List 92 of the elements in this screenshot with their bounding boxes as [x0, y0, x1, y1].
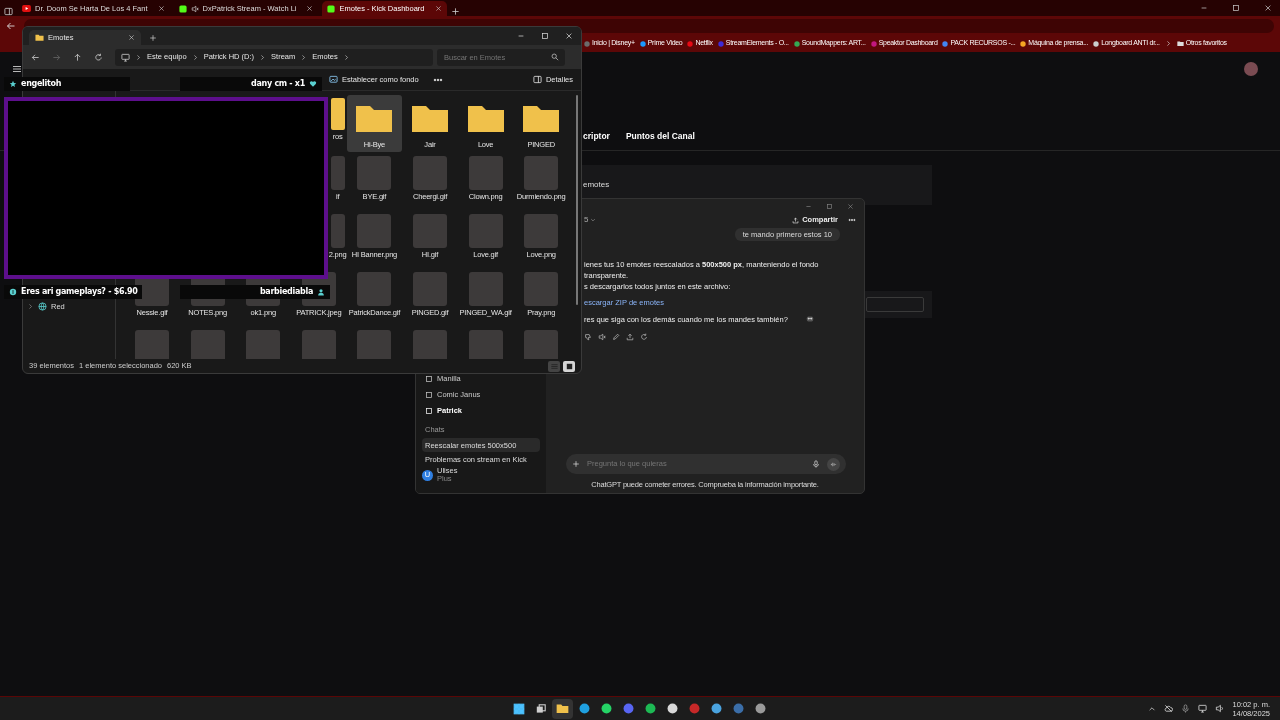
details-pane-icon: [532, 75, 542, 84]
overlay-text: Eres ari gameplays? - $6.90: [21, 286, 138, 298]
image-thumbnail: [357, 272, 392, 306]
menu-icon[interactable]: [12, 64, 22, 74]
chevron-right-icon: [342, 53, 350, 61]
chevron-down-icon: [590, 217, 597, 223]
person-icon: [317, 288, 325, 296]
chevron-right-icon[interactable]: [27, 303, 34, 311]
image-thumbnail: [413, 272, 447, 306]
image-thumbnail: [524, 272, 559, 306]
input-field[interactable]: [866, 296, 924, 312]
voice-button[interactable]: [827, 457, 840, 471]
image-thumbnail: [468, 330, 503, 359]
image-thumbnail: [524, 156, 559, 190]
search-icon: [551, 53, 559, 61]
image-thumbnail: [468, 272, 503, 306]
image-thumbnail: [357, 330, 392, 359]
muted-speaker-icon[interactable]: [190, 4, 199, 13]
scrollbar[interactable]: [576, 95, 578, 305]
image-thumbnail: [135, 330, 170, 359]
thumbs-down-icon[interactable]: [584, 332, 592, 341]
overlay-text: barbiediabla: [259, 286, 313, 298]
folder-icon: [1176, 40, 1184, 47]
coin-icon: [9, 288, 17, 296]
image-thumbnail: [413, 330, 447, 359]
close-icon[interactable]: [434, 5, 442, 12]
chevron-right-icon: [135, 53, 142, 61]
speaker-icon[interactable]: [1215, 704, 1225, 713]
image-thumbnail: [468, 156, 503, 190]
back-icon[interactable]: [6, 20, 16, 31]
cloud-icon[interactable]: [1164, 704, 1174, 713]
play-logo-icon: [22, 5, 31, 12]
share-icon: [792, 216, 800, 224]
back-icon[interactable]: [31, 52, 40, 62]
chevron-right-icon: [300, 53, 308, 61]
image-thumbnail: [524, 214, 559, 248]
speaker-icon[interactable]: [598, 332, 606, 341]
image-thumbnail: [413, 156, 447, 190]
star-icon: [9, 80, 17, 88]
page-tab[interactable]: Puntos del Canal: [625, 130, 695, 143]
section-label: emotes: [583, 179, 610, 189]
chevron-right-icon: [191, 53, 199, 61]
share-icon[interactable]: [626, 332, 634, 341]
picture-icon: [329, 75, 338, 84]
image-thumbnail: [524, 330, 559, 359]
close-icon[interactable]: [128, 34, 135, 41]
minimize-icon[interactable]: [805, 203, 812, 210]
chevron-right-icon: [259, 53, 267, 61]
close-icon[interactable]: [1264, 4, 1272, 12]
image-thumbnail: [246, 330, 281, 359]
list-icon: [549, 361, 559, 371]
maximize-icon[interactable]: [1232, 4, 1240, 12]
chevron-right-icon[interactable]: [1164, 40, 1172, 47]
waveform-icon: [830, 460, 837, 468]
site-logo-icon: [178, 4, 187, 13]
minimize-icon[interactable]: [517, 32, 525, 40]
tile-icon: [564, 361, 574, 371]
image-thumbnail: [190, 330, 225, 359]
up-icon[interactable]: [73, 52, 82, 62]
tab-actions-icon[interactable]: [4, 7, 13, 16]
pencil-icon[interactable]: [612, 332, 620, 341]
image-thumbnail: [357, 214, 392, 248]
monitor-icon: [121, 52, 130, 62]
folder-thumbnail: [330, 98, 345, 130]
network-icon: [38, 302, 47, 312]
new-tab-icon[interactable]: [149, 34, 157, 42]
avatar-circle[interactable]: [1244, 62, 1258, 76]
refresh-icon[interactable]: [94, 52, 103, 62]
more-icon[interactable]: [848, 216, 856, 224]
model-selector[interactable]: 5: [584, 214, 597, 226]
new-tab-icon[interactable]: [450, 7, 460, 16]
close-icon[interactable]: [306, 5, 314, 12]
heart-icon: [309, 80, 317, 88]
overlay-text: dany cm - x1: [251, 78, 305, 90]
image-thumbnail: [468, 214, 503, 248]
image-thumbnail: [413, 214, 447, 248]
overlay-text: engelitoh: [21, 78, 62, 90]
microphone-icon[interactable]: [812, 460, 820, 468]
emoji-icon: [805, 315, 814, 323]
page-tab[interactable]: criptor: [583, 130, 610, 143]
chevron-up-icon[interactable]: [1148, 704, 1157, 713]
site-logo-icon: [327, 4, 336, 13]
image-thumbnail: [357, 156, 392, 190]
image-thumbnail: [301, 330, 336, 359]
close-icon[interactable]: [157, 5, 165, 12]
image-thumbnail: [330, 214, 345, 248]
image-thumbnail: [330, 156, 345, 190]
microphone-icon[interactable]: [1181, 704, 1191, 713]
tiles-view-button[interactable]: [563, 360, 575, 372]
plus-icon[interactable]: [572, 460, 580, 468]
monitor-icon[interactable]: [1198, 704, 1208, 713]
refresh-icon[interactable]: [640, 332, 648, 341]
